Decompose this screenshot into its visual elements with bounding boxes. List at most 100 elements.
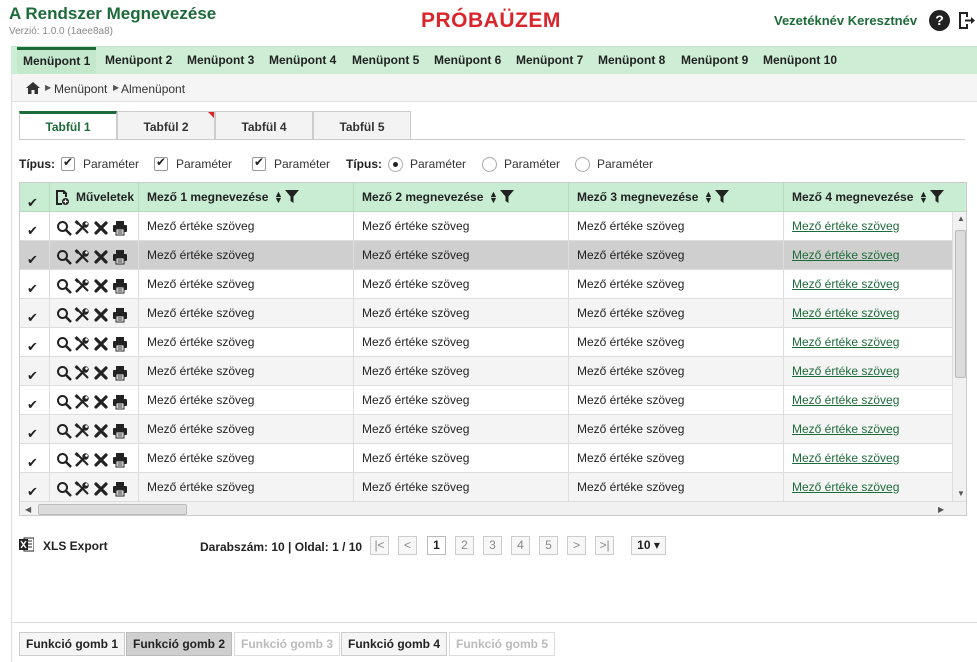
scroll-up-icon[interactable]: ▲ <box>957 214 965 223</box>
row-checkbox[interactable] <box>27 449 40 473</box>
cell-link[interactable]: Mező értéke szöveg <box>784 270 952 299</box>
page-button-4[interactable]: 4 <box>511 536 530 555</box>
print-icon[interactable] <box>112 363 128 381</box>
view-icon[interactable] <box>56 247 72 265</box>
menu-item-4[interactable]: Menüpont 4 <box>263 47 342 74</box>
filter-icon[interactable] <box>930 190 944 204</box>
home-icon[interactable] <box>26 82 40 94</box>
breadcrumb-item-menu[interactable]: Menüpont <box>54 82 107 96</box>
cell-link[interactable]: Mező értéke szöveg <box>784 444 952 473</box>
page-button-2[interactable]: 2 <box>455 536 474 555</box>
first-page-button[interactable]: |< <box>370 536 389 555</box>
row-checkbox[interactable] <box>27 275 40 299</box>
print-icon[interactable] <box>112 334 128 352</box>
edit-tools-icon[interactable] <box>74 305 90 322</box>
delete-icon[interactable] <box>93 305 109 322</box>
menu-item-5[interactable]: Menüpont 5 <box>346 47 425 74</box>
table-row[interactable]: Mező értéke szövegMező értéke szövegMező… <box>20 212 952 241</box>
column-header-4[interactable]: Mező 4 megnevezése ▲ ▼ <box>784 183 966 212</box>
delete-icon[interactable] <box>93 421 109 438</box>
column-header-2[interactable]: Mező 2 megnevezése ▲ ▼ <box>354 183 569 212</box>
xls-export-button[interactable]: XLS Export <box>43 539 108 553</box>
filter-radio-2[interactable] <box>482 157 497 172</box>
print-icon[interactable] <box>112 247 128 265</box>
filter-radio-3[interactable] <box>575 157 590 172</box>
tab-4[interactable]: Tabfül 4 <box>215 111 313 139</box>
page-button-5[interactable]: 5 <box>539 536 558 555</box>
sort-icon[interactable]: ▲ ▼ <box>489 190 498 205</box>
cell-link[interactable]: Mező értéke szöveg <box>784 299 952 328</box>
table-row[interactable]: Mező értéke szövegMező értéke szövegMező… <box>20 386 952 415</box>
edit-tools-icon[interactable] <box>74 218 90 235</box>
delete-icon[interactable] <box>93 276 109 293</box>
edit-tools-icon[interactable] <box>74 479 90 496</box>
sort-icon[interactable]: ▲ ▼ <box>274 190 283 205</box>
print-icon[interactable] <box>112 450 128 468</box>
tab-5[interactable]: Tabfül 5 <box>313 111 411 139</box>
row-checkbox[interactable] <box>27 478 40 502</box>
vertical-scrollbar[interactable]: ▲ ▼ <box>952 212 966 501</box>
row-checkbox[interactable] <box>27 391 40 415</box>
vertical-scroll-thumb[interactable] <box>955 230 966 378</box>
sort-icon[interactable]: ▲ ▼ <box>704 190 713 205</box>
view-icon[interactable] <box>56 450 72 468</box>
cell-link[interactable]: Mező értéke szöveg <box>784 415 952 444</box>
column-header-1[interactable]: Mező 1 megnevezése ▲ ▼ <box>139 183 354 212</box>
edit-tools-icon[interactable] <box>74 421 90 438</box>
menu-item-2[interactable]: Menüpont 2 <box>99 47 178 74</box>
row-checkbox[interactable] <box>27 217 40 241</box>
scroll-left-icon[interactable]: ◀ <box>25 505 31 514</box>
view-icon[interactable] <box>56 421 72 439</box>
help-icon[interactable]: ? <box>929 10 950 31</box>
page-button-3[interactable]: 3 <box>483 536 502 555</box>
cell-link[interactable]: Mező értéke szöveg <box>784 386 952 415</box>
print-icon[interactable] <box>112 218 128 236</box>
table-row[interactable]: Mező értéke szövegMező értéke szövegMező… <box>20 328 952 357</box>
table-row[interactable]: Mező értéke szövegMező értéke szövegMező… <box>20 444 952 473</box>
menu-item-9[interactable]: Menüpont 9 <box>675 47 754 74</box>
table-row[interactable]: Mező értéke szövegMező értéke szövegMező… <box>20 415 952 444</box>
menu-item-3[interactable]: Menüpont 3 <box>181 47 260 74</box>
column-header-3[interactable]: Mező 3 megnevezése ▲ ▼ <box>569 183 784 212</box>
function-button-4[interactable]: Funkció gomb 4 <box>341 632 448 656</box>
scroll-right-icon[interactable]: ▶ <box>938 505 944 514</box>
table-row[interactable]: Mező értéke szövegMező értéke szövegMező… <box>20 241 952 270</box>
delete-icon[interactable] <box>93 392 109 409</box>
menu-item-6[interactable]: Menüpont 6 <box>428 47 507 74</box>
page-size-select[interactable]: 10 ▾ <box>631 536 666 555</box>
print-icon[interactable] <box>112 305 128 323</box>
print-icon[interactable] <box>112 421 128 439</box>
function-button-1[interactable]: Funkció gomb 1 <box>19 632 126 656</box>
horizontal-scrollbar[interactable]: ◀ ▶ <box>20 501 966 515</box>
next-page-button[interactable]: > <box>567 536 586 555</box>
horizontal-scroll-thumb[interactable] <box>38 504 187 515</box>
logout-icon[interactable] <box>957 11 975 30</box>
tab-2[interactable]: Tabfül 2 <box>117 111 215 139</box>
cell-link[interactable]: Mező értéke szöveg <box>784 357 952 386</box>
edit-tools-icon[interactable] <box>74 450 90 467</box>
app-title[interactable]: A Rendszer Megnevezése <box>9 4 216 24</box>
edit-tools-icon[interactable] <box>74 392 90 409</box>
row-checkbox[interactable] <box>27 420 40 444</box>
table-row[interactable]: Mező értéke szövegMező értéke szövegMező… <box>20 473 952 502</box>
filter-checkbox-3[interactable] <box>252 155 266 171</box>
filter-checkbox-2[interactable] <box>154 155 168 171</box>
add-document-icon[interactable] <box>56 190 69 205</box>
tab-1[interactable]: Tabfül 1 <box>19 111 117 140</box>
edit-tools-icon[interactable] <box>74 363 90 380</box>
table-row[interactable]: Mező értéke szövegMező értéke szövegMező… <box>20 357 952 386</box>
delete-icon[interactable] <box>93 479 109 496</box>
table-row[interactable]: Mező értéke szövegMező értéke szövegMező… <box>20 270 952 299</box>
edit-tools-icon[interactable] <box>74 247 90 264</box>
last-page-button[interactable]: >| <box>595 536 614 555</box>
menu-item-1[interactable]: Menüpont 1 <box>17 47 97 74</box>
delete-icon[interactable] <box>93 363 109 380</box>
view-icon[interactable] <box>56 479 72 497</box>
sort-icon[interactable]: ▲ ▼ <box>919 190 928 205</box>
filter-icon[interactable] <box>500 190 514 204</box>
delete-icon[interactable] <box>93 450 109 467</box>
filter-radio-1[interactable] <box>388 157 403 172</box>
view-icon[interactable] <box>56 218 72 236</box>
cell-link[interactable]: Mező értéke szöveg <box>784 473 952 502</box>
scroll-down-icon[interactable]: ▼ <box>957 489 965 498</box>
